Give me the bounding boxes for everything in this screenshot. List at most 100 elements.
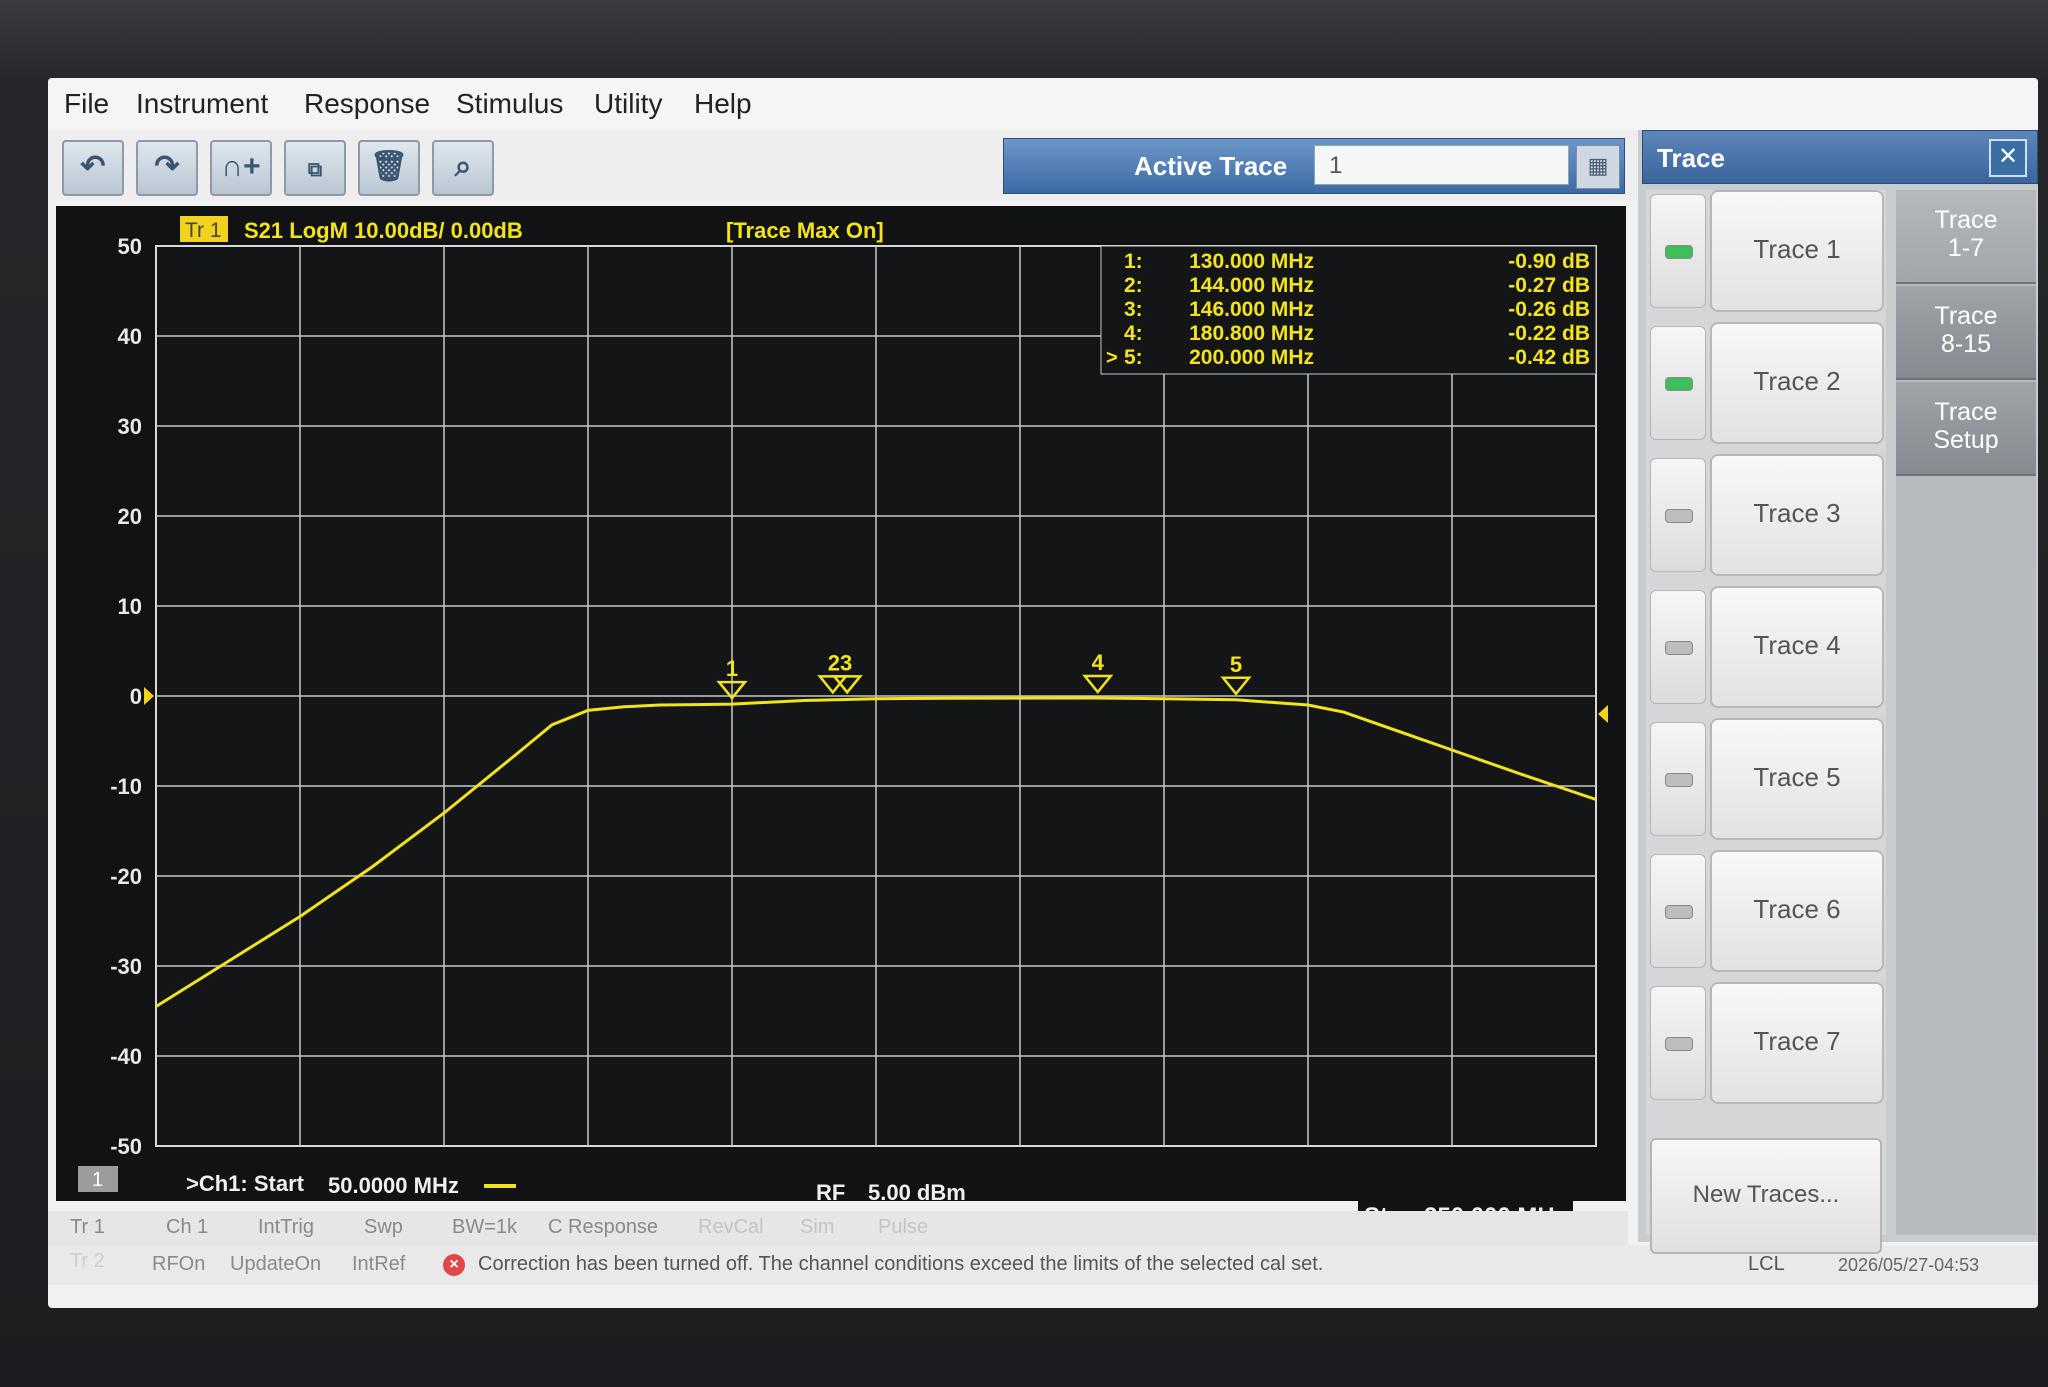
- new-traces-button[interactable]: New Traces...: [1650, 1138, 1882, 1254]
- marker-label: 23: [828, 650, 852, 675]
- marker-frequency: 180.800 MHz: [1189, 322, 1314, 345]
- status-channel[interactable]: Ch 1: [166, 1216, 208, 1239]
- y-tick-label: -40: [110, 1044, 142, 1069]
- zoom-button[interactable]: ⌕: [432, 140, 494, 196]
- menu-help[interactable]: Help: [694, 88, 752, 120]
- close-icon: ✕: [1997, 143, 2019, 170]
- trace-legend-swatch: [484, 1184, 516, 1188]
- trace-max-status: [Trace Max On]: [726, 218, 884, 243]
- marker-id: 3:: [1124, 298, 1143, 321]
- trace-button[interactable]: Trace 7: [1710, 982, 1884, 1104]
- trace-tab[interactable]: Trace Setup: [1896, 382, 2036, 476]
- marker-label: 1: [726, 656, 738, 681]
- marker-add-icon: ∩+: [221, 150, 261, 183]
- trace-toggle-button[interactable]: [1650, 326, 1706, 440]
- trace-panel: Trace ✕ Trace 1 Trace 2 Trace 3 Trace 4 Trac…: [1638, 130, 2038, 1254]
- marker-frequency: 144.000 MHz: [1189, 274, 1314, 297]
- trace-led-icon: [1665, 773, 1693, 787]
- active-marker-indicator: >: [1106, 347, 1118, 369]
- keypad-button[interactable]: ▦: [1576, 145, 1620, 189]
- trace-plot[interactable]: 50403020100-10-20-30-40-50 1 23 4 5 Tr 1 S2…: [56, 206, 1626, 1201]
- trace-toggle-button[interactable]: [1650, 194, 1706, 308]
- status-trace[interactable]: Tr 1: [70, 1216, 105, 1239]
- status-trigger[interactable]: IntTrig: [258, 1216, 314, 1239]
- marker-id: 4:: [1124, 322, 1143, 345]
- trace-button[interactable]: Trace 3: [1710, 454, 1884, 576]
- trace-button[interactable]: Trace 5: [1710, 718, 1884, 840]
- status-sweep[interactable]: Swp: [364, 1216, 403, 1239]
- trace-toggle-button[interactable]: [1650, 590, 1706, 704]
- menu-instrument[interactable]: Instrument: [136, 88, 268, 120]
- trace-row: Trace 3: [1646, 454, 1886, 576]
- trace-toggle-button[interactable]: [1650, 458, 1706, 572]
- marker-value: -0.27 dB: [1508, 274, 1590, 297]
- active-trace-label: Active Trace: [1134, 151, 1288, 181]
- reference-level-right-icon: [1598, 705, 1608, 723]
- trace-button[interactable]: Trace 1: [1710, 190, 1884, 312]
- trace-row: Trace 2: [1646, 322, 1886, 444]
- error-icon: ×: [443, 1254, 465, 1276]
- trace-tab[interactable]: Trace 1-7: [1896, 190, 2036, 284]
- status-trace-2[interactable]: Tr 2: [70, 1250, 105, 1273]
- marker-table: 1: 130.000 MHz -0.90 dB 2: 144.000 MHz -0.27 …: [1100, 245, 1597, 375]
- status-revcal[interactable]: RevCal: [698, 1216, 764, 1239]
- status-ref[interactable]: IntRef: [352, 1253, 405, 1276]
- status-bar-primary: Tr 1 Ch 1 IntTrig Swp BW=1k C Response R…: [48, 1211, 1628, 1245]
- grid: [155, 245, 1597, 1147]
- status-pulse[interactable]: Pulse: [878, 1216, 928, 1239]
- status-bandwidth[interactable]: BW=1k: [452, 1216, 517, 1239]
- trace-tabs: Trace 1-7 Trace 8-15 Trace Setup: [1896, 190, 2036, 1235]
- y-tick-label: 40: [118, 324, 142, 349]
- menu-utility[interactable]: Utility: [594, 88, 662, 120]
- status-sim[interactable]: Sim: [800, 1216, 834, 1239]
- trace-led-icon: [1665, 245, 1693, 259]
- plot-area[interactable]: 50 40 30 20 10 0 -10 -20 -30 -40 -50 1 23 4 5 Tr 1 S2…: [56, 206, 1626, 1201]
- trace-button[interactable]: Trace 4: [1710, 586, 1884, 708]
- trace-button[interactable]: Trace 6: [1710, 850, 1884, 972]
- y-tick-label: 10: [118, 594, 142, 619]
- marker-id: 5:: [1124, 346, 1143, 369]
- marker-value: -0.90 dB: [1508, 250, 1590, 273]
- menu-response[interactable]: Response: [304, 88, 430, 120]
- y-tick-label: 0: [130, 684, 142, 709]
- trace-toggle-button[interactable]: [1650, 986, 1706, 1100]
- trace-row: Trace 4: [1646, 586, 1886, 708]
- trace-tab-label: Trace Setup: [1933, 398, 1999, 454]
- menu-stimulus[interactable]: Stimulus: [456, 88, 563, 120]
- status-cal[interactable]: C Response: [548, 1216, 658, 1239]
- reference-level-left-icon: [144, 687, 154, 705]
- delete-button[interactable]: 🗑: [358, 140, 420, 196]
- menu-file[interactable]: File: [64, 88, 109, 120]
- trace-row: Trace 5: [1646, 718, 1886, 840]
- zoom-icon: ⌕: [454, 150, 472, 183]
- start-label: >Ch1: Start: [186, 1171, 305, 1196]
- marker-value: -0.22 dB: [1508, 322, 1590, 345]
- trace-tab[interactable]: Trace 8-15: [1896, 286, 2036, 380]
- trace-button[interactable]: Trace 2: [1710, 322, 1884, 444]
- status-rf[interactable]: RFOn: [152, 1253, 205, 1276]
- trace-tab-label: Trace 8-15: [1934, 302, 1998, 358]
- redo-button[interactable]: ↷: [136, 140, 198, 196]
- trace-row: Trace 7: [1646, 982, 1886, 1104]
- trace-panel-header: Trace ✕: [1642, 130, 2038, 184]
- status-update[interactable]: UpdateOn: [230, 1253, 321, 1276]
- marker-label: 5: [1230, 652, 1242, 677]
- error-message: Correction has been turned off. The chan…: [478, 1253, 1324, 1275]
- undo-button[interactable]: ↶: [62, 140, 124, 196]
- trace-toggle-button[interactable]: [1650, 854, 1706, 968]
- channel-badge: 1: [92, 1169, 103, 1191]
- close-button[interactable]: ✕: [1989, 139, 2027, 177]
- trace-row: Trace 1: [1646, 190, 1886, 312]
- copy-screen-icon: ⧉: [307, 159, 323, 181]
- delete-icon: 🗑: [369, 150, 409, 183]
- trace-led-icon: [1665, 1037, 1693, 1051]
- trace-panel-title: Trace: [1657, 143, 1725, 173]
- active-trace-input[interactable]: 1: [1314, 145, 1569, 185]
- trace-row: Trace 6: [1646, 850, 1886, 972]
- undo-icon: ↶: [80, 150, 106, 183]
- rf-value: 5.00 dBm: [868, 1180, 966, 1201]
- copy-screen-button[interactable]: ⧉: [284, 140, 346, 196]
- marker-add-button[interactable]: ∩+: [210, 140, 272, 196]
- trace-toggle-button[interactable]: [1650, 722, 1706, 836]
- y-tick-label: 20: [118, 504, 142, 529]
